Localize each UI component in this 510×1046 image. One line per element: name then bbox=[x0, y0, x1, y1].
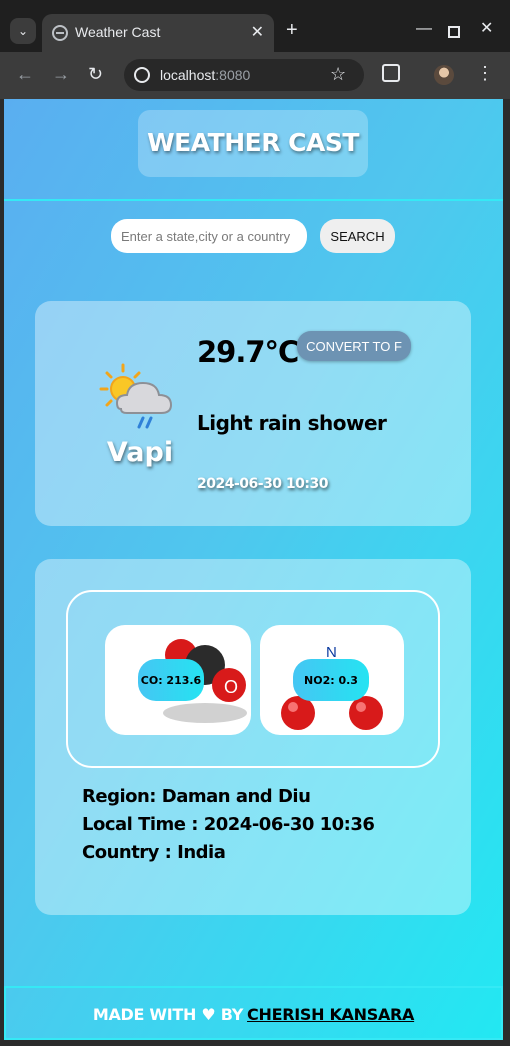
logo-box: WEATHER CAST bbox=[138, 110, 368, 177]
window-close-icon[interactable]: ✕ bbox=[480, 20, 493, 38]
observed-time: 2024-06-30 10:30 bbox=[197, 476, 329, 492]
page-viewport: WEATHER CAST SEARCH Vapi 29.7°C CONVERT … bbox=[4, 99, 503, 1040]
oxygen-atom-label: O bbox=[224, 677, 238, 697]
page-title: WEATHER CAST bbox=[147, 128, 359, 157]
local-time-text: Local Time : 2024-06-30 10:36 bbox=[82, 814, 375, 835]
convert-unit-button[interactable]: CONVERT TO F bbox=[297, 331, 411, 361]
footer-text: MADE WITH ♥ BY CHERISH KANSARA bbox=[6, 1005, 501, 1024]
globe-icon bbox=[52, 25, 68, 41]
footer-label: MADE WITH ♥ BY bbox=[92, 1005, 244, 1024]
kebab-menu-icon[interactable]: ⋮ bbox=[476, 62, 494, 84]
maximize-icon[interactable] bbox=[448, 26, 460, 38]
details-card: O CO: 213.6 N NO2: 0.3 Region: Daman and… bbox=[35, 559, 471, 915]
author-link[interactable]: CHERISH KANSARA bbox=[247, 1005, 414, 1024]
air-quality-panel: O CO: 213.6 N NO2: 0.3 bbox=[66, 590, 440, 768]
extensions-icon[interactable] bbox=[382, 64, 400, 82]
sun-cloud-rain-icon bbox=[99, 363, 173, 429]
address-bar[interactable]: localhost:8080 ☆ bbox=[124, 59, 364, 91]
new-tab-icon[interactable]: + bbox=[286, 20, 298, 40]
tab-search-icon[interactable]: ⌄ bbox=[10, 18, 36, 44]
bookmark-star-icon[interactable]: ☆ bbox=[330, 64, 346, 85]
city-name: Vapi bbox=[106, 437, 174, 468]
no2-value-badge: NO2: 0.3 bbox=[293, 659, 369, 701]
page-footer: MADE WITH ♥ BY CHERISH KANSARA bbox=[4, 986, 503, 1040]
url-text: localhost:8080 bbox=[160, 67, 251, 83]
temperature: 29.7°C bbox=[197, 335, 299, 369]
profile-avatar[interactable] bbox=[434, 65, 454, 85]
browser-chrome: ⌄ Weather Cast ✕ + — ✕ ← → ↻ localhost:8… bbox=[0, 0, 510, 99]
search-button[interactable]: SEARCH bbox=[320, 219, 395, 253]
browser-tab[interactable]: Weather Cast ✕ bbox=[42, 14, 274, 52]
co-molecule: O CO: 213.6 bbox=[105, 625, 251, 735]
back-icon[interactable]: ← bbox=[16, 64, 34, 84]
page-header: WEATHER CAST bbox=[4, 99, 503, 201]
weather-condition: Light rain shower bbox=[197, 411, 387, 435]
desktop-background bbox=[0, 1040, 510, 1046]
site-info-icon[interactable] bbox=[134, 67, 150, 83]
desktop-background bbox=[503, 99, 510, 1046]
region-text: Region: Daman and Diu bbox=[82, 786, 311, 807]
browser-toolbar: ← → ↻ localhost:8080 ☆ ⋮ bbox=[0, 52, 510, 99]
no2-molecule: N NO2: 0.3 bbox=[260, 625, 404, 735]
close-icon[interactable]: ✕ bbox=[251, 22, 264, 42]
tab-title: Weather Cast bbox=[75, 24, 161, 40]
tab-bar: ⌄ Weather Cast ✕ + — ✕ bbox=[0, 0, 510, 52]
weather-card: Vapi 29.7°C CONVERT TO F Light rain show… bbox=[35, 301, 471, 526]
minimize-icon[interactable]: — bbox=[416, 20, 432, 38]
forward-icon[interactable]: → bbox=[52, 64, 70, 84]
co-value-badge: CO: 213.6 bbox=[138, 659, 204, 701]
search-input[interactable] bbox=[111, 219, 307, 253]
reload-icon[interactable]: ↻ bbox=[88, 64, 103, 84]
country-text: Country : India bbox=[82, 842, 226, 863]
